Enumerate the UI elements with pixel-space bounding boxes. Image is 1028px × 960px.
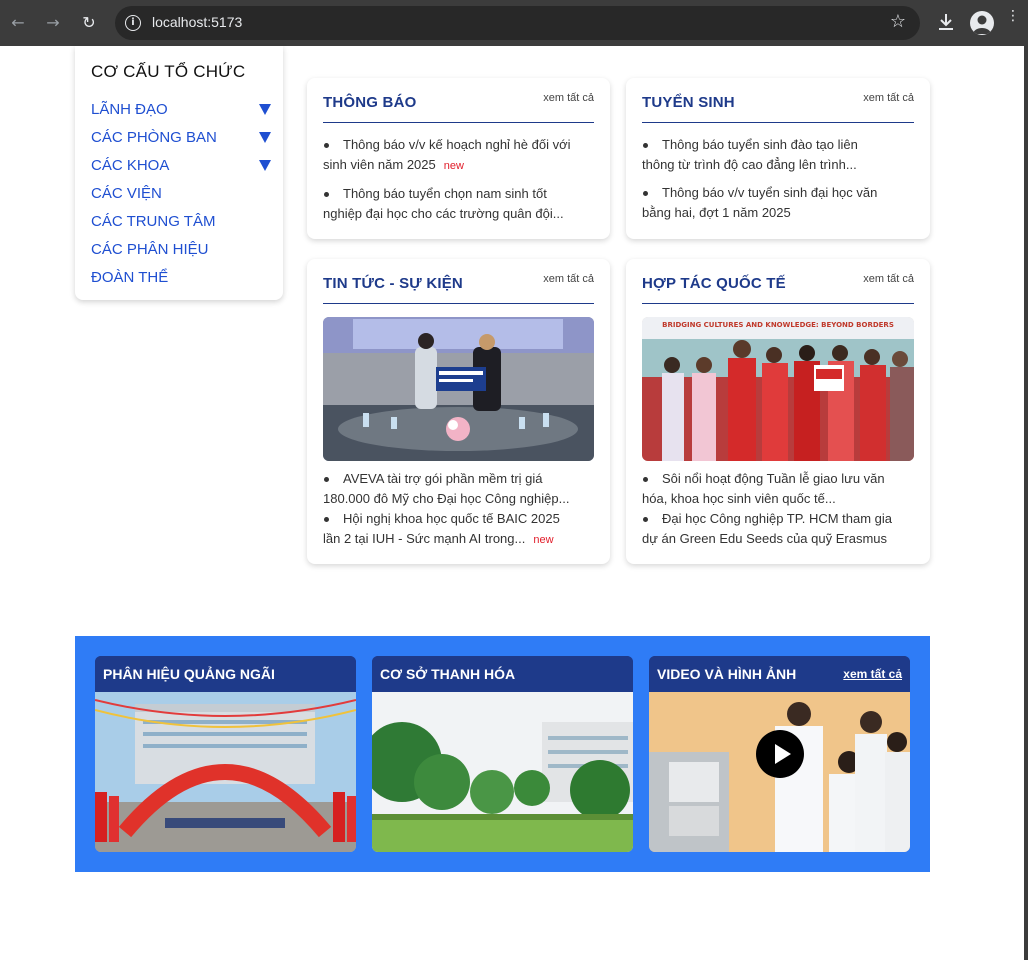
- triangle-down-icon[interactable]: [259, 131, 271, 143]
- news-list: Thông báo tuyển sinh đào tạo liên thông t…: [642, 135, 914, 223]
- triangle-down-icon[interactable]: [259, 103, 271, 115]
- item-text: Đại học Công nghiệp TP. HCM tham gia: [662, 511, 893, 526]
- card-title: TUYỂN SINH: [642, 94, 735, 111]
- kebab-menu-icon[interactable]: ⋮: [1006, 9, 1020, 23]
- sidebar-item-doan-the[interactable]: ĐOÀN THỂ: [91, 263, 271, 291]
- view-all-link[interactable]: xem tất cả: [543, 92, 594, 104]
- quang-ngai-branch-card[interactable]: PHÂN HIỆU QUẢNG NGÃI: [95, 656, 356, 852]
- card-title: THÔNG BÁO: [323, 94, 417, 111]
- item-text: Thông báo v/v tuyển sinh đại học văn: [662, 185, 878, 200]
- list-item[interactable]: Đại học Công nghiệp TP. HCM tham gia dự á…: [642, 509, 914, 549]
- item-text: nghiệp đại học cho các trường quân đội..…: [323, 206, 564, 221]
- card-header: VIDEO VÀ HÌNH ẢNH xem tất cả: [649, 656, 910, 692]
- announcements-card: THÔNG BÁO xem tất cả Thông báo v/v kế ho…: [307, 78, 610, 239]
- item-text: lần 2 tại IUH - Sức mạnh AI trong...: [323, 531, 526, 546]
- info-icon[interactable]: i: [125, 15, 141, 31]
- card-title: TIN TỨC - SỰ KIỆN: [323, 275, 463, 292]
- sidebar-item-cac-phong-ban[interactable]: CÁC PHÒNG BAN: [91, 123, 271, 151]
- view-all-link[interactable]: xem tất cả: [863, 273, 914, 285]
- card-title: VIDEO VÀ HÌNH ẢNH: [657, 666, 797, 682]
- list-item[interactable]: Thông báo tuyển chọn nam sinh tốt nghiệp …: [323, 184, 594, 224]
- play-icon[interactable]: [756, 730, 804, 778]
- sidebar-item-label: CÁC PHÒNG BAN: [91, 128, 217, 146]
- card-header: TUYỂN SINH xem tất cả: [642, 78, 914, 123]
- reload-icon[interactable]: ↻: [78, 12, 100, 34]
- item-text: bằng hai, đợt 1 năm 2025: [642, 205, 791, 220]
- back-icon[interactable]: ←: [7, 12, 29, 34]
- list-item[interactable]: Sôi nổi hoạt động Tuần lễ giao lưu văn hó…: [642, 469, 914, 509]
- list-item[interactable]: Thông báo v/v tuyển sinh đại học văn bằng…: [642, 183, 914, 223]
- banner-text: BRIDGING CULTURES AND KNOWLEDGE: BEYOND …: [662, 321, 894, 329]
- card-header: HỢP TÁC QUỐC TẾ xem tất cả: [642, 259, 914, 304]
- view-all-link[interactable]: xem tất cả: [863, 92, 914, 104]
- news-photo[interactable]: [323, 317, 594, 461]
- admissions-card: TUYỂN SINH xem tất cả Thông báo tuyển si…: [626, 78, 930, 239]
- sidebar-item-label: CÁC PHÂN HIỆU: [91, 240, 209, 258]
- news-list: AVEVA tài trợ gói phần mềm trị giá 180.00…: [323, 469, 594, 550]
- campus-media-band: PHÂN HIỆU QUẢNG NGÃI CƠ SỞ THANH HÓA VID…: [75, 636, 930, 872]
- card-title: HỢP TÁC QUỐC TẾ: [642, 275, 786, 292]
- item-text: 180.000 đô Mỹ cho Đại học Công nghiệp...: [323, 491, 570, 506]
- card-title: PHÂN HIỆU QUẢNG NGÃI: [103, 666, 275, 682]
- browser-toolbar: ← → ↻ i localhost:5173 ☆ ⋮: [0, 0, 1028, 46]
- cooperation-photo[interactable]: BRIDGING CULTURES AND KNOWLEDGE: BEYOND …: [642, 317, 914, 461]
- sidebar-item-cac-khoa[interactable]: CÁC KHOA: [91, 151, 271, 179]
- video-gallery-card[interactable]: VIDEO VÀ HÌNH ẢNH xem tất cả: [649, 656, 910, 852]
- forward-icon[interactable]: →: [42, 12, 64, 34]
- card-header: PHÂN HIỆU QUẢNG NGÃI: [95, 656, 356, 692]
- item-text: hóa, khoa học sinh viên quốc tế...: [642, 491, 836, 506]
- sidebar-item-cac-phan-hieu[interactable]: CÁC PHÂN HIỆU: [91, 235, 271, 263]
- sidebar-item-label: CÁC VIỆN: [91, 184, 162, 202]
- sidebar-item-lanh-dao[interactable]: LÃNH ĐẠO: [91, 95, 271, 123]
- new-badge: new: [533, 534, 554, 546]
- sidebar-item-label: ĐOÀN THỂ: [91, 268, 169, 286]
- address-bar[interactable]: i localhost:5173 ☆: [115, 6, 920, 40]
- item-text: Sôi nổi hoạt động Tuần lễ giao lưu văn: [662, 471, 885, 486]
- sidebar-item-label: CÁC KHOA: [91, 156, 170, 174]
- quang-ngai-photo[interactable]: [95, 692, 356, 852]
- org-structure-panel: CƠ CẤU TỔ CHỨC LÃNH ĐẠO CÁC PHÒNG BAN CÁ…: [75, 46, 283, 300]
- card-header: CƠ SỞ THANH HÓA: [372, 656, 633, 692]
- news-events-card: TIN TỨC - SỰ KIỆN xem tất cả AVEVA tài t…: [307, 259, 610, 564]
- item-text: Thông báo v/v kế hoạch nghỉ hè đối với: [343, 137, 571, 152]
- list-item[interactable]: Thông báo tuyển sinh đào tạo liên thông t…: [642, 135, 914, 175]
- sidebar-item-label: CÁC TRUNG TÂM: [91, 212, 216, 230]
- item-text: Hội nghị khoa học quốc tế BAIC 2025: [343, 511, 560, 526]
- news-list: Sôi nổi hoạt động Tuần lễ giao lưu văn hó…: [642, 469, 914, 549]
- item-text: Thông báo tuyển sinh đào tạo liên: [662, 137, 858, 152]
- item-text: Thông báo tuyển chọn nam sinh tốt: [343, 186, 547, 201]
- international-cooperation-card: HỢP TÁC QUỐC TẾ xem tất cả BRIDGING CULT…: [626, 259, 930, 564]
- card-header: TIN TỨC - SỰ KIỆN xem tất cả: [323, 259, 594, 304]
- new-badge: new: [443, 160, 464, 172]
- view-all-link[interactable]: xem tất cả: [543, 273, 594, 285]
- sidebar-menu: LÃNH ĐẠO CÁC PHÒNG BAN CÁC KHOA CÁC VIỆN…: [91, 95, 271, 291]
- thanh-hoa-photo[interactable]: [372, 692, 633, 852]
- triangle-down-icon[interactable]: [259, 159, 271, 171]
- card-header: THÔNG BÁO xem tất cả: [323, 78, 594, 123]
- item-text: dự án Green Edu Seeds của quỹ Erasmus: [642, 531, 888, 546]
- item-text: sinh viên năm 2025: [323, 157, 436, 172]
- profile-icon[interactable]: [970, 11, 994, 35]
- sidebar-item-label: LÃNH ĐẠO: [91, 100, 168, 118]
- star-icon[interactable]: ☆: [890, 11, 906, 32]
- thanh-hoa-campus-card[interactable]: CƠ SỞ THANH HÓA: [372, 656, 633, 852]
- news-list: Thông báo v/v kế hoạch nghỉ hè đối với si…: [323, 135, 594, 224]
- download-icon[interactable]: [936, 12, 956, 34]
- url-text[interactable]: localhost:5173: [152, 14, 242, 30]
- view-all-link[interactable]: xem tất cả: [843, 667, 902, 681]
- item-text: thông từ trình độ cao đẳng lên trình...: [642, 157, 857, 172]
- list-item[interactable]: Thông báo v/v kế hoạch nghỉ hè đối với si…: [323, 135, 594, 176]
- list-item[interactable]: Hội nghị khoa học quốc tế BAIC 2025 lần 2…: [323, 509, 594, 550]
- scrollbar[interactable]: [1024, 46, 1028, 960]
- list-item[interactable]: AVEVA tài trợ gói phần mềm trị giá 180.00…: [323, 469, 594, 509]
- sidebar-item-cac-vien[interactable]: CÁC VIỆN: [91, 179, 271, 207]
- item-text: AVEVA tài trợ gói phần mềm trị giá: [343, 471, 543, 486]
- sidebar-item-cac-trung-tam[interactable]: CÁC TRUNG TÂM: [91, 207, 271, 235]
- card-title: CƠ SỞ THANH HÓA: [380, 666, 516, 682]
- sidebar-title: CƠ CẤU TỔ CHỨC: [91, 62, 246, 81]
